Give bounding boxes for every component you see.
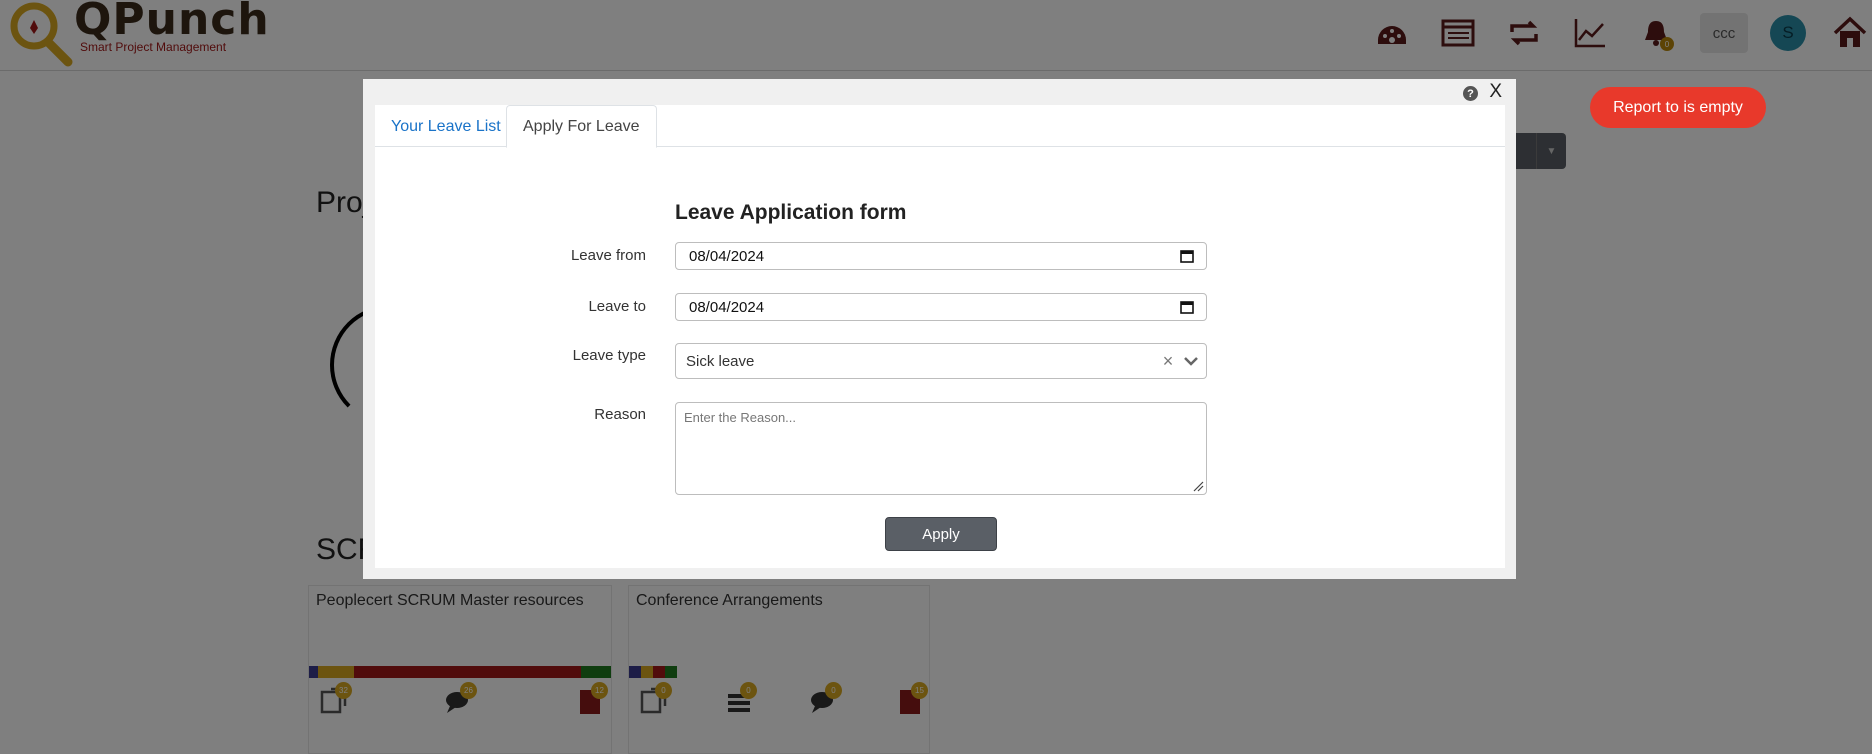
leave-modal: ? X Your Leave List Apply For Leave Leav… [363,79,1516,579]
calendar-icon[interactable] [1180,249,1194,263]
reason-textarea[interactable]: Enter the Reason... [675,402,1207,495]
apply-button[interactable]: Apply [885,517,997,551]
leave-from-date-input[interactable]: 08/04/2024 [675,242,1207,270]
reason-placeholder: Enter the Reason... [684,410,797,425]
reason-label: Reason [594,406,646,423]
leave-from-value: 08/04/2024 [689,247,765,265]
tab-apply-for-leave[interactable]: Apply For Leave [506,105,657,148]
resize-handle-icon[interactable] [1192,480,1204,492]
leave-to-date-input[interactable]: 08/04/2024 [675,293,1207,321]
clear-icon[interactable]: × [1160,351,1176,371]
leave-type-label: Leave type [572,347,646,364]
calendar-icon[interactable] [1180,300,1194,314]
tab-bar: Your Leave List Apply For Leave [375,105,1505,148]
modal-body: Your Leave List Apply For Leave Leave Ap… [375,105,1505,568]
help-icon[interactable]: ? [1463,86,1478,101]
tab-your-leave-list[interactable]: Your Leave List [375,105,517,148]
form-title: Leave Application form [675,201,907,224]
leave-to-value: 08/04/2024 [689,298,765,316]
leave-type-select[interactable]: Sick leave × [675,343,1207,379]
close-button[interactable]: X [1489,81,1502,103]
leave-from-label: Leave from [570,247,646,264]
leave-type-value: Sick leave [686,352,755,370]
leave-to-label: Leave to [588,298,646,315]
chevron-down-icon[interactable] [1182,352,1200,370]
error-toast[interactable]: Report to is empty [1590,87,1766,128]
